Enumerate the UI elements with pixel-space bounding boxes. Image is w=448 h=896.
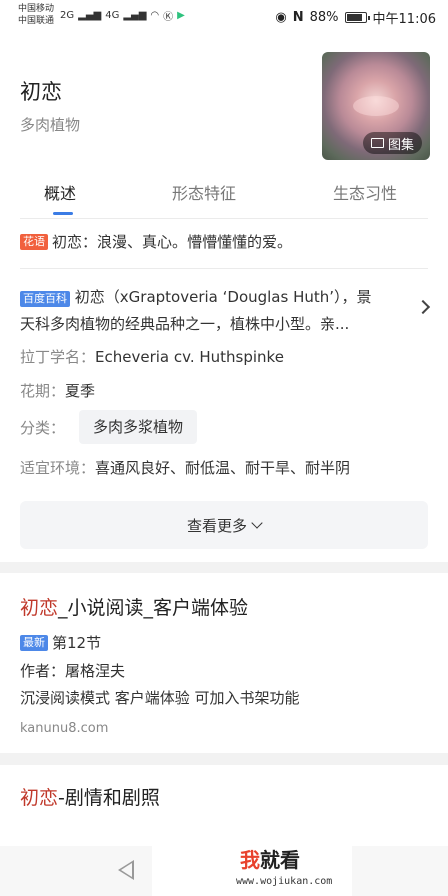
signal-icon-2: ▂▄▆ <box>123 10 147 21</box>
result-url: kanunu8.com <box>20 721 109 736</box>
latest-chapter[interactable]: 第12节 <box>52 632 101 653</box>
watermark-logo: 我就看 <box>240 844 300 873</box>
baike-line-2: 天科多肉植物的经典品种之一，植株中小型。亲... <box>20 315 350 333</box>
baike-text-1: 初恋（xGraptoveria ‘Douglas Huth’），景 <box>74 288 372 306</box>
entity-image[interactable]: 图集 <box>322 52 430 160</box>
author-line: 作者：屠格涅夫 <box>20 662 126 680</box>
wifi-icon: ◠ <box>150 10 160 21</box>
tab-ecology[interactable]: 生态习性 <box>333 180 397 204</box>
back-icon[interactable] <box>118 860 134 880</box>
network-type-1: 2G <box>60 10 75 21</box>
baike-line-1: 百度百科 初恋（xGraptoveria ‘Douglas Huth’），景 <box>20 284 400 311</box>
flower-language-row: 花语 初恋：浪漫、真心。懵懵懂懂的爱。 <box>20 231 292 252</box>
latin-name-value: Echeveria cv. Huthspinke <box>95 347 284 366</box>
description-line: 沉浸阅读模式 客户端体验 可加入书架功能 <box>20 689 300 707</box>
chevron-down-icon <box>251 517 263 529</box>
bloom-row: 花期： 夏季 <box>20 380 95 401</box>
section-divider <box>20 268 428 269</box>
result-title[interactable]: 初恋_小说阅读_客户端体验 <box>20 593 248 620</box>
view-more-label: 查看更多 <box>186 516 247 535</box>
flower-language-text: 初恋：浪漫、真心。懵懵懂懂的爱。 <box>52 233 293 251</box>
battery-level <box>346 14 362 21</box>
entity-card: 初恋 多肉植物 图集 概述 形态特征 生态习性 花语 初恋：浪漫、真心。懵懵懂懂… <box>0 34 448 562</box>
gallery-button[interactable]: 图集 <box>362 132 422 154</box>
baike-summary[interactable]: 百度百科 初恋（xGraptoveria ‘Douglas Huth’），景 天… <box>20 284 400 338</box>
category-chip[interactable]: 多肉多浆植物 <box>79 410 198 444</box>
latest-tag: 最新 <box>20 634 48 651</box>
entity-tabs: 概述 形态特征 生态习性 <box>0 174 448 218</box>
search-results-page: 中国移动 中国联通 2G ▂▄▆ 4G ▂▄▆ ◠ Ⓚ ▶ ◉ N 88% 中午… <box>0 0 448 896</box>
result-title[interactable]: 初恋-剧情和剧照 <box>20 783 160 810</box>
result-title-rest: -剧情和剧照 <box>58 787 160 809</box>
bloom-label: 花期： <box>20 382 66 400</box>
status-right: ◉ N 88% 中午11:06 <box>275 8 436 27</box>
tab-morphology[interactable]: 形态特征 <box>172 180 236 204</box>
battery-icon <box>344 12 370 23</box>
chevron-right-icon[interactable] <box>415 299 431 315</box>
view-more-button[interactable]: 查看更多 <box>20 501 428 549</box>
tab-overview[interactable]: 概述 <box>44 180 76 204</box>
eye-comfort-icon: ◉ <box>275 10 287 25</box>
carrier-labels: 中国移动 中国联通 <box>18 3 54 27</box>
signal-icon: ▂▄▆ <box>78 10 102 21</box>
latin-name-row: 拉丁学名： Echeveria cv. Huthspinke <box>20 346 284 367</box>
result-title-highlight: 初恋 <box>20 597 59 619</box>
carrier-1: 中国移动 <box>18 4 55 14</box>
nfc-n-icon: N <box>292 10 304 25</box>
nfc-icon: Ⓚ <box>163 12 174 23</box>
tab-divider <box>20 218 428 219</box>
result-novel[interactable]: 初恋_小说阅读_客户端体验 最新 第12节 作者：屠格涅夫 沉浸阅读模式 客户端… <box>0 573 448 753</box>
network-type-2: 4G <box>105 10 120 21</box>
baike-tag: 百度百科 <box>20 291 70 307</box>
succulent-image-detail <box>353 96 399 116</box>
latin-name-label: 拉丁学名： <box>20 348 96 366</box>
bloom-value: 夏季 <box>65 382 96 400</box>
entity-subtitle: 多肉植物 <box>20 116 81 134</box>
watermark: 我就看 www.wojiukan.com <box>152 836 352 896</box>
battery-percent: 88% <box>309 10 339 25</box>
category-row: 分类： 多肉多浆植物 <box>20 410 198 444</box>
watermark-logo-char: 我 <box>240 848 260 872</box>
result-title-highlight: 初恋 <box>20 787 59 809</box>
watermark-url: www.wojiukan.com <box>236 876 333 887</box>
network-indicators: 2G ▂▄▆ 4G ▂▄▆ ◠ Ⓚ ▶ <box>60 8 185 23</box>
carrier-2: 中国联通 <box>18 16 55 26</box>
category-label: 分类： <box>20 418 66 437</box>
environment-row: 适宜环境： 喜通风良好、耐低温、耐干旱、耐半阴 <box>20 457 350 478</box>
clock: 中午11:06 <box>372 12 436 27</box>
watermark-logo-text: 就看 <box>260 848 300 872</box>
status-bar: 中国移动 中国联通 2G ▂▄▆ 4G ▂▄▆ ◠ Ⓚ ▶ ◉ N 88% 中午… <box>0 0 448 34</box>
environment-label: 适宜环境： <box>20 459 96 477</box>
result-title-rest: _小说阅读_客户端体验 <box>58 597 249 619</box>
latest-chapter-row: 最新 第12节 <box>20 632 101 653</box>
image-icon <box>370 138 384 148</box>
gallery-label: 图集 <box>387 137 414 153</box>
environment-value: 喜通风良好、耐低温、耐干旱、耐半阴 <box>95 459 351 477</box>
flower-language-tag: 花语 <box>20 233 48 250</box>
active-tab-indicator <box>53 212 73 215</box>
media-play-icon: ▶ <box>177 10 185 21</box>
entity-title: 初恋 <box>20 80 62 104</box>
